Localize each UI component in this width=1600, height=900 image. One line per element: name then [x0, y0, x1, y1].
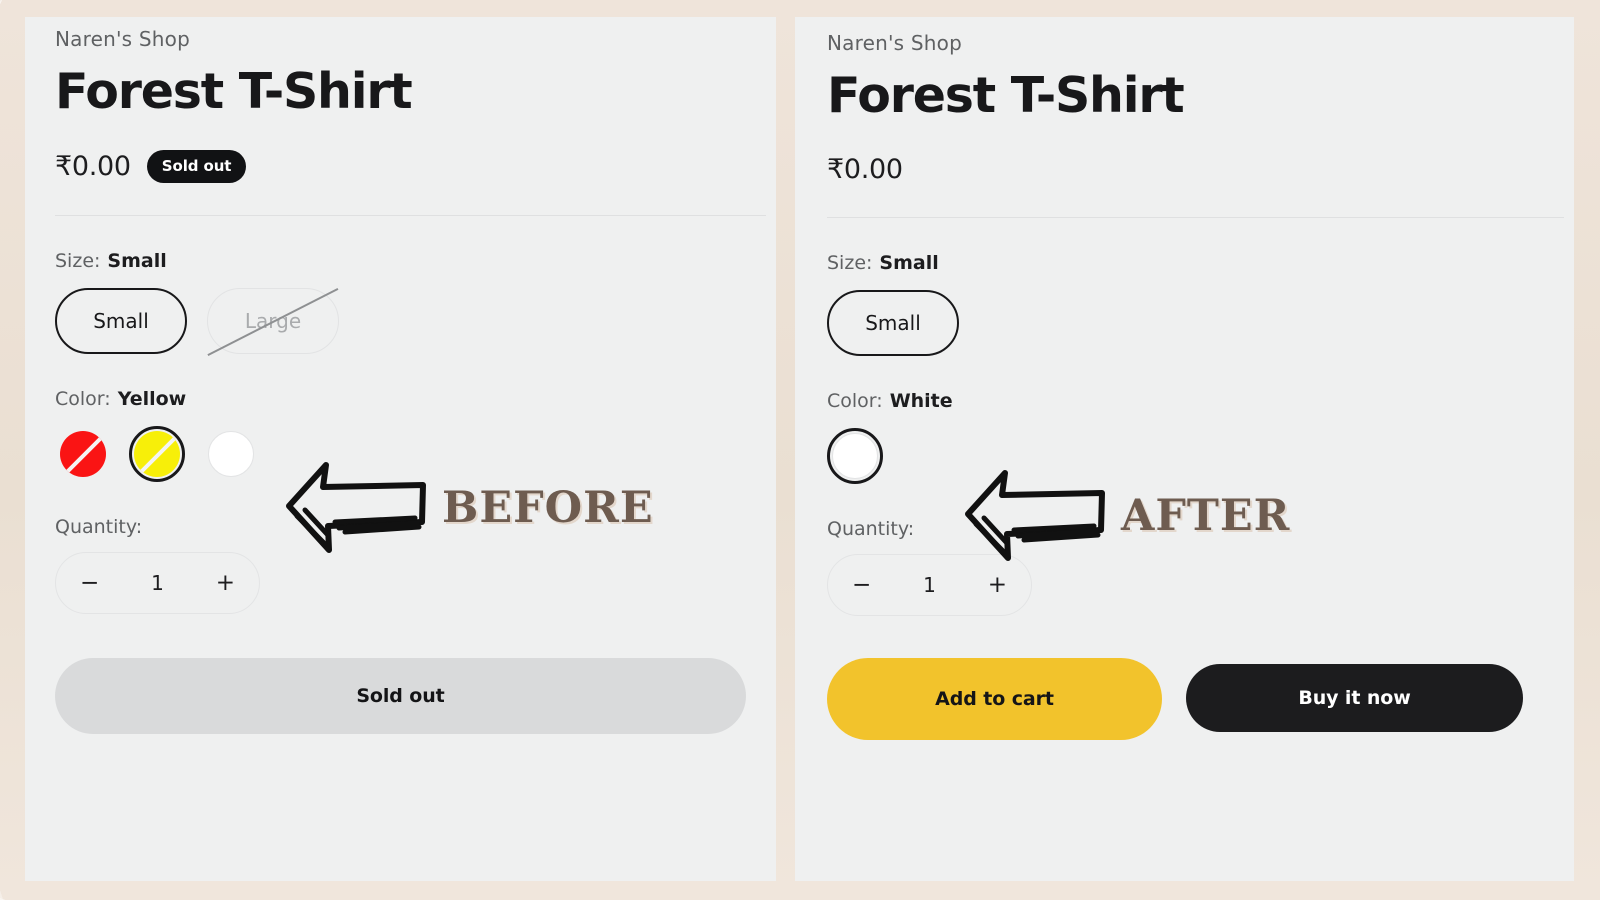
size-option-small-label: Small: [865, 310, 921, 335]
product-title: Forest T-Shirt: [55, 63, 413, 120]
annotation-before-text: BEFORE: [442, 482, 654, 533]
product-card-before: Naren's Shop Forest T-Shirt ₹0.00 Sold o…: [25, 17, 776, 881]
size-option-small-label: Small: [93, 308, 149, 333]
quantity-value[interactable]: 1: [923, 573, 936, 597]
color-label-text: Color:: [55, 387, 111, 410]
product-card-after: Naren's Shop Forest T-Shirt ₹0.00 Size: S…: [795, 17, 1574, 881]
buy-it-now-button[interactable]: Buy it now: [1186, 663, 1523, 732]
product-price: ₹0.00: [827, 153, 903, 185]
color-swatch-white-dot: [208, 430, 254, 477]
quantity-stepper[interactable]: − 1 +: [827, 553, 1032, 616]
size-label-text: Size:: [55, 249, 101, 272]
color-swatch-white-dot: [832, 432, 878, 479]
hand-drawn-left-arrow-icon: [286, 462, 426, 553]
size-option-list: Small Large: [55, 287, 766, 357]
size-label-text: Size:: [827, 251, 873, 274]
quantity-decrement-button[interactable]: −: [852, 572, 871, 598]
size-option-small[interactable]: Small: [827, 289, 959, 356]
color-label-text: Color:: [827, 389, 883, 412]
price-row: ₹0.00 Sold out: [55, 149, 766, 183]
annotation-before: BEFORE: [283, 460, 654, 555]
add-to-cart-button[interactable]: Add to cart: [827, 657, 1162, 740]
size-option-small[interactable]: Small: [55, 287, 187, 354]
size-selected-value: Small: [107, 249, 167, 272]
quantity-stepper[interactable]: − 1 +: [55, 551, 260, 614]
color-swatch-yellow-dot: [134, 430, 180, 477]
size-option-label: Size: Small: [55, 250, 766, 272]
divider: [827, 216, 1564, 218]
size-selected-value: Small: [879, 251, 939, 274]
sold-out-button[interactable]: Sold out: [55, 657, 746, 734]
size-option-large[interactable]: Large: [207, 287, 339, 357]
status-badge: Sold out: [146, 149, 247, 183]
size-option-label: Size: Small: [827, 252, 1564, 274]
hand-drawn-left-arrow-icon: [965, 470, 1105, 561]
unavailable-strike-icon: [207, 287, 339, 357]
color-selected-value: Yellow: [117, 387, 187, 410]
color-selected-value: White: [889, 389, 953, 412]
quantity-increment-button[interactable]: +: [216, 570, 235, 596]
unavailable-strike-icon: [61, 433, 105, 477]
annotation-after: AFTER: [962, 468, 1290, 563]
color-swatch-white[interactable]: [203, 426, 259, 482]
quantity-value[interactable]: 1: [151, 571, 164, 595]
annotation-after-text: AFTER: [1121, 490, 1291, 541]
product-title: Forest T-Shirt: [827, 67, 1185, 124]
vendor-name: Naren's Shop: [55, 27, 190, 51]
color-option-label: Color: Yellow: [55, 388, 766, 410]
color-swatch-yellow[interactable]: [129, 425, 185, 482]
vendor-name: Naren's Shop: [827, 31, 962, 55]
color-option-label: Color: White: [827, 390, 1564, 412]
price-row: ₹0.00: [827, 154, 1564, 185]
quantity-decrement-button[interactable]: −: [80, 570, 99, 596]
quantity-increment-button[interactable]: +: [988, 572, 1007, 598]
unavailable-strike-icon: [135, 433, 179, 477]
color-swatch-white[interactable]: [827, 427, 883, 484]
size-option-list: Small: [827, 289, 1564, 356]
color-swatch-red-dot: [60, 430, 106, 477]
color-swatch-red[interactable]: [55, 426, 111, 482]
product-price: ₹0.00: [55, 150, 131, 182]
cta-row: Add to cart Buy it now: [827, 657, 1564, 740]
divider: [55, 214, 766, 216]
